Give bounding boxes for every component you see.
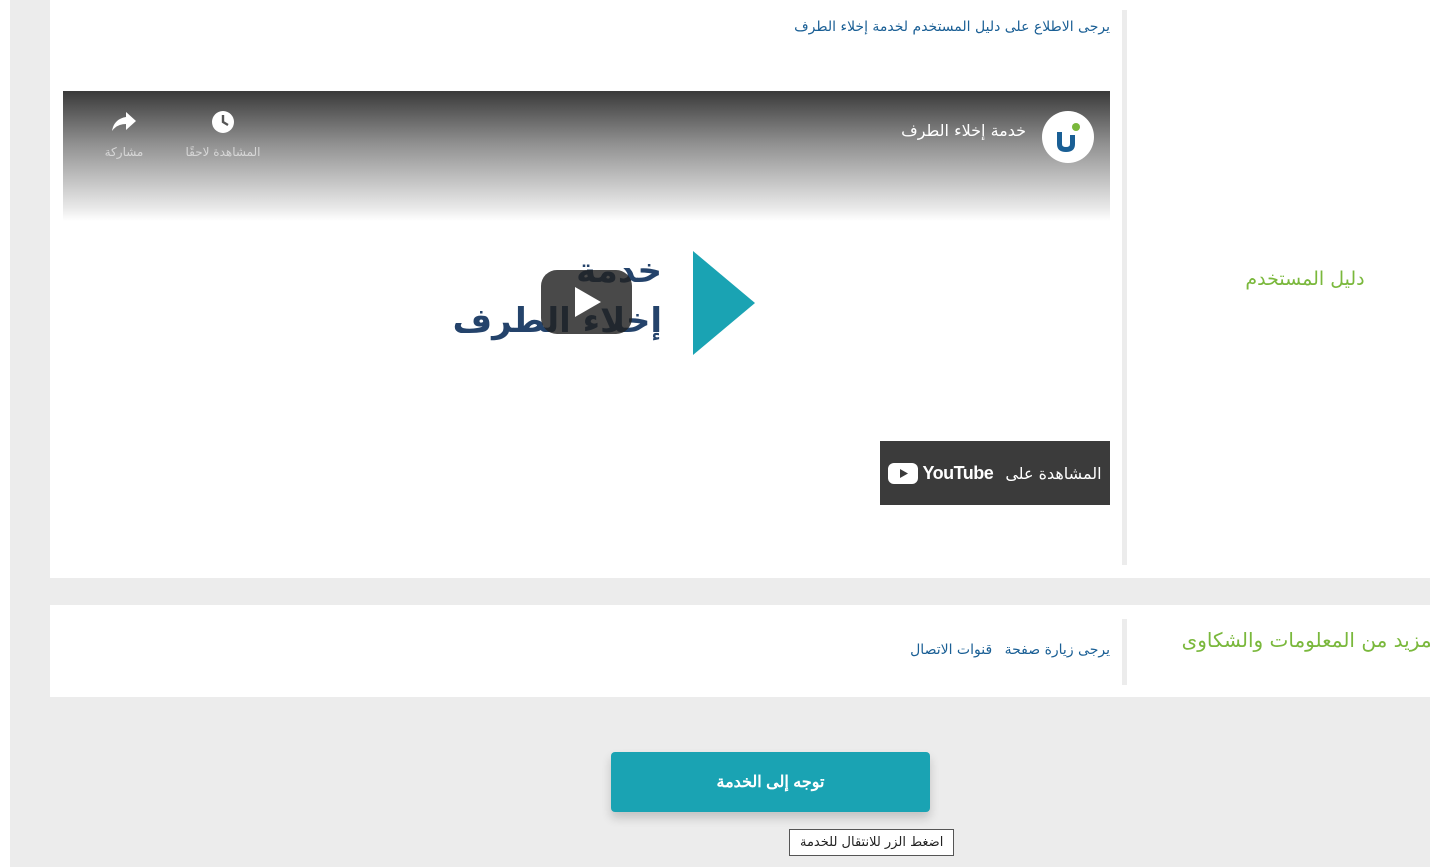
thumbnail-triangle-icon xyxy=(693,251,755,355)
more-info-label: لمزيد من المعلومات والشكاوى xyxy=(1181,628,1430,652)
contact-channels-link[interactable]: قنوات الاتصال xyxy=(910,642,992,658)
watch-later-label: المشاهدة لاحقًا xyxy=(185,145,261,159)
play-button[interactable] xyxy=(541,270,632,334)
user-guide-intro-link[interactable]: يرجى الاطلاع على دليل المستخدم لخدمة إخل… xyxy=(794,19,1110,35)
play-icon xyxy=(574,287,601,317)
youtube-wordmark: YouTube xyxy=(922,462,994,483)
more-info-sentence: يرجى زيارة صفحة قنوات الاتصال xyxy=(910,642,1110,658)
watch-on-label: المشاهدة على xyxy=(1005,463,1102,483)
share-arrow-icon xyxy=(79,109,169,139)
clock-icon xyxy=(178,109,268,139)
video-title[interactable]: خدمة إخلاء الطرف xyxy=(901,121,1026,140)
share-button[interactable]: مشاركة xyxy=(79,109,169,159)
watch-later-button[interactable]: المشاهدة لاحقًا xyxy=(178,109,268,159)
channel-logo-icon[interactable] xyxy=(1042,111,1094,163)
share-label: مشاركة xyxy=(104,145,144,159)
button-tooltip: اضغط الزر للانتقال للخدمة xyxy=(789,829,955,856)
youtube-play-icon xyxy=(888,462,919,484)
more-info-prefix: يرجى زيارة صفحة xyxy=(1004,642,1110,658)
more-info-panel: لمزيد من المعلومات والشكاوى يرجى زيارة ص… xyxy=(50,605,1430,697)
youtube-logo: YouTube xyxy=(888,462,994,484)
user-guide-label: دليل المستخدم xyxy=(1245,268,1365,290)
go-to-service-button[interactable]: توجه إلى الخدمة xyxy=(611,752,930,812)
watch-on-youtube-button[interactable]: المشاهدة على YouTube xyxy=(880,441,1110,505)
column-divider xyxy=(1122,619,1127,685)
video-player[interactable]: خدمة إخلاء الطرف المشاهدة لاحقًا مشاركة … xyxy=(63,91,1110,567)
column-divider xyxy=(1122,10,1127,565)
